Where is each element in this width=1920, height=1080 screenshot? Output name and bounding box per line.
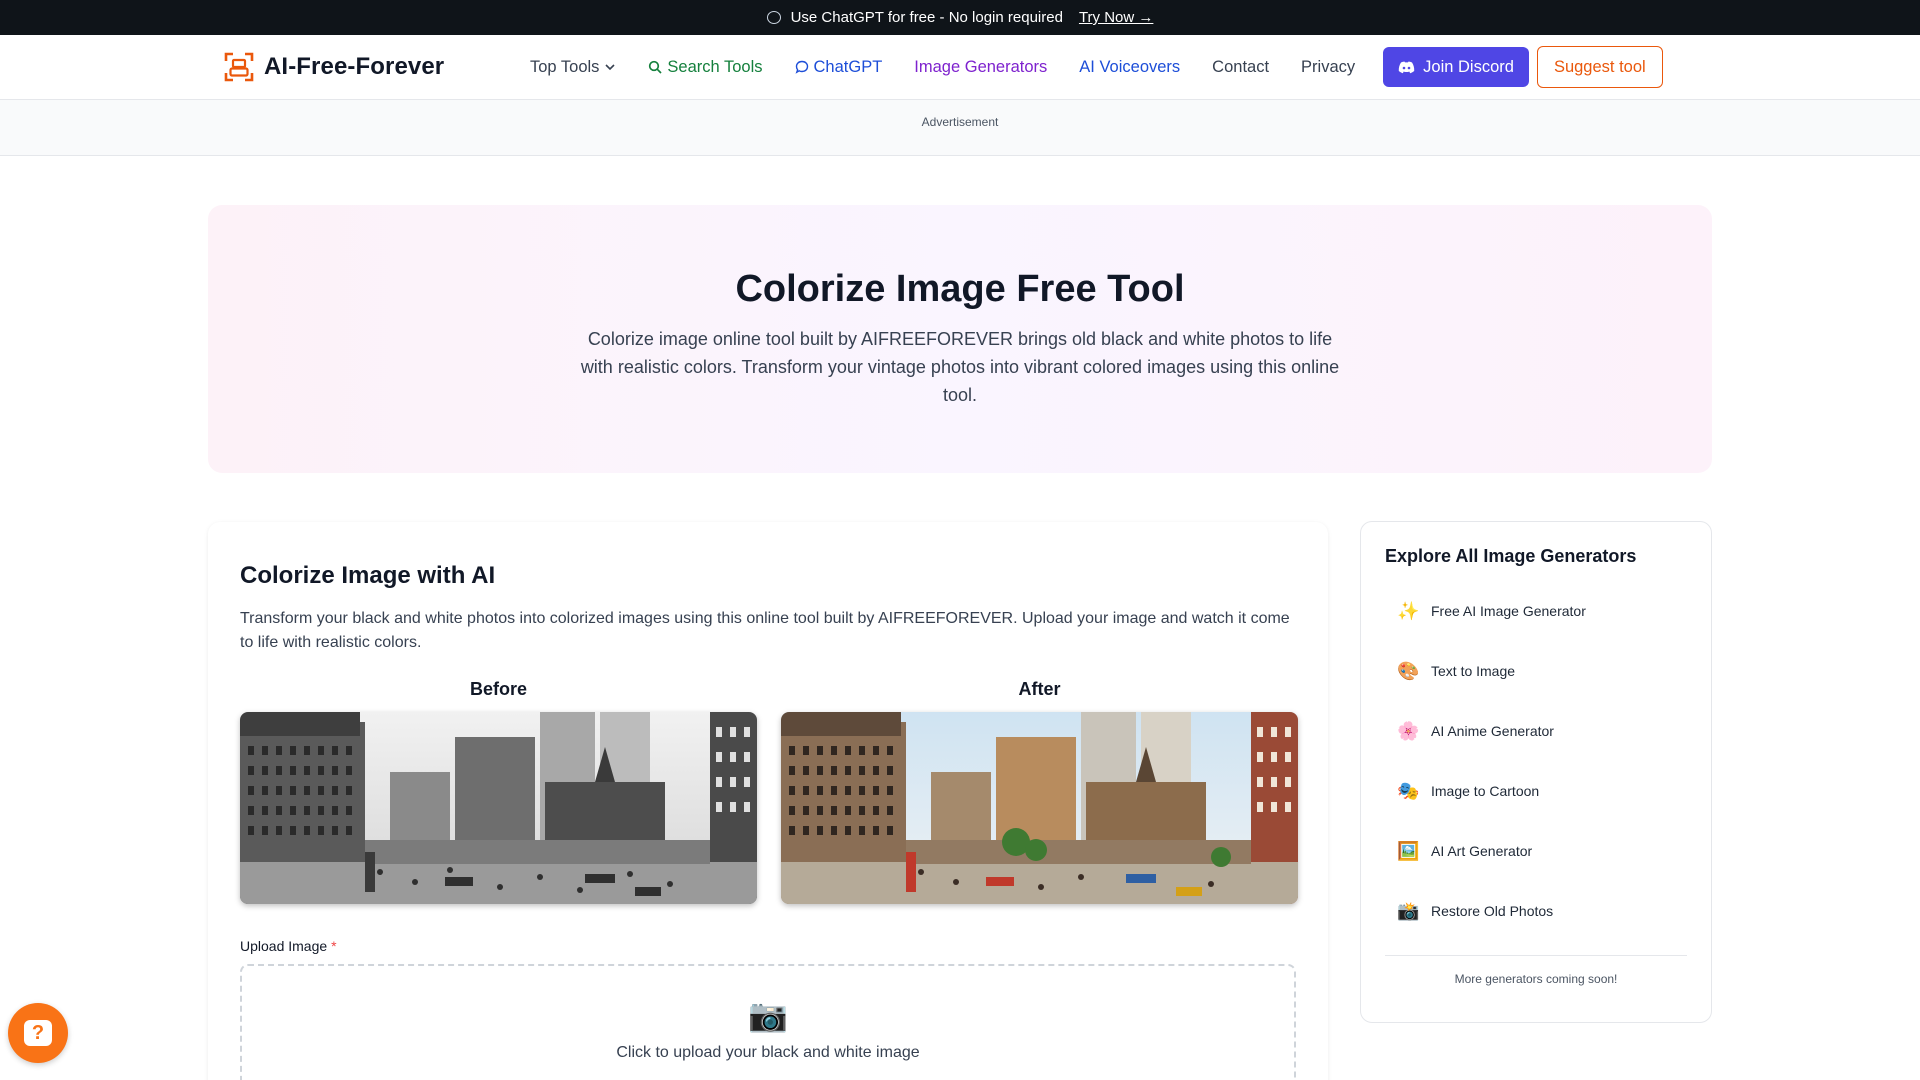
nav-top-tools-label: Top Tools (530, 57, 600, 76)
nav-image-generators[interactable]: Image Generators (914, 58, 1047, 77)
nav-ai-voiceovers-label: AI Voiceovers (1079, 57, 1181, 76)
more-generators-note: More generators coming soon! (1454, 972, 1618, 986)
sparkles-icon: ✨ (1397, 600, 1420, 621)
upload-label: Upload Image * (240, 938, 1296, 954)
nav-ai-voiceovers[interactable]: AI Voiceovers (1079, 58, 1180, 77)
hero-description: Colorize image online tool built by AIFR… (580, 329, 1340, 405)
sidebar-item-ai-art-generator[interactable]: 🖼️ AI Art Generator (1385, 821, 1687, 881)
card-description: Transform your black and white photos in… (240, 610, 1290, 651)
before-pane: Before (240, 679, 757, 904)
sidebar-item-label: AI Anime Generator (1431, 723, 1554, 739)
nav-privacy-label: Privacy (1301, 57, 1356, 76)
city-photo-color-icon (781, 712, 1298, 904)
sidebar-item-label: Free AI Image Generator (1431, 603, 1586, 619)
nav-chatgpt[interactable]: ChatGPT (795, 57, 883, 77)
upload-dropzone[interactable]: 📷 Click to upload your black and white i… (240, 964, 1296, 1080)
sidebar-divider (1385, 955, 1687, 956)
site-header: AI-Free-Forever Top Tools Search Tools C… (0, 35, 1920, 100)
before-after-comparison: Before After (240, 679, 1298, 904)
chat-bubble-icon (795, 60, 808, 74)
sidebar-item-image-to-cartoon[interactable]: 🎭 Image to Cartoon (1385, 761, 1687, 821)
nav-search-tools-label: Search Tools (667, 57, 763, 76)
join-discord-label: Join Discord (1423, 57, 1514, 76)
framed-picture-icon: 🖼️ (1397, 840, 1420, 861)
colorize-card: Colorize Image with AI Transform your bl… (208, 522, 1328, 1080)
join-discord-button[interactable]: Join Discord (1383, 47, 1529, 87)
nav-contact[interactable]: Contact (1212, 58, 1269, 77)
chat-bubble-icon (766, 11, 781, 24)
required-mark: * (331, 938, 337, 954)
chevron-down-icon (605, 64, 615, 71)
top-banner: Use ChatGPT for free - No login required… (0, 0, 1920, 35)
after-pane: After (781, 679, 1298, 904)
help-button[interactable]: ? (8, 1003, 68, 1063)
suggest-tool-label: Suggest tool (1553, 57, 1646, 76)
before-image (240, 712, 757, 904)
sidebar-item-text-to-image[interactable]: 🎨 Text to Image (1385, 641, 1687, 701)
card-title: Colorize Image with AI (240, 562, 496, 589)
search-icon (649, 60, 663, 74)
help-question-icon: ? (24, 1020, 52, 1046)
camera-icon: 📷 (748, 997, 788, 1033)
nav-privacy[interactable]: Privacy (1301, 58, 1355, 77)
discord-icon (1398, 61, 1415, 73)
logo-icon (224, 52, 254, 82)
logo-text: AI-Free-Forever (264, 53, 445, 80)
logo[interactable]: AI-Free-Forever (224, 52, 530, 82)
try-now-link[interactable]: Try Now → (1079, 9, 1153, 26)
after-image (781, 712, 1298, 904)
nav-search-tools[interactable]: Search Tools (648, 57, 763, 77)
palette-icon: 🎨 (1397, 660, 1420, 681)
nav-top-tools[interactable]: Top Tools (530, 58, 616, 77)
upload-text: Click to upload your black and white ima… (616, 1044, 920, 1061)
nav-chatgpt-label: ChatGPT (813, 57, 883, 76)
sidebar-item-free-ai-image-generator[interactable]: ✨ Free AI Image Generator (1385, 581, 1687, 641)
generators-sidebar: Explore All Image Generators ✨ Free AI I… (1360, 521, 1712, 1023)
nav-image-generators-label: Image Generators (914, 57, 1048, 76)
masks-icon: 🎭 (1397, 780, 1420, 801)
before-caption: Before (469, 679, 527, 699)
ad-label: Advertisement (921, 115, 999, 129)
after-caption: After (1018, 679, 1061, 699)
banner-text: Use ChatGPT for free - No login required (790, 9, 1063, 26)
main-nav: Top Tools Search Tools ChatGPT Image Gen… (530, 46, 1663, 88)
page-title: Colorize Image Free Tool (735, 268, 1185, 310)
ad-banner: Advertisement (0, 100, 1920, 156)
sidebar-item-label: AI Art Generator (1431, 843, 1533, 859)
upload-label-text: Upload Image (240, 938, 328, 954)
sidebar-title: Explore All Image Generators (1385, 546, 1637, 566)
sidebar-item-label: Restore Old Photos (1431, 903, 1554, 919)
hero-section: Colorize Image Free Tool Colorize image … (208, 205, 1712, 473)
sidebar-item-ai-anime-generator[interactable]: 🌸 AI Anime Generator (1385, 701, 1687, 761)
sidebar-item-label: Text to Image (1431, 663, 1516, 679)
sidebar-item-restore-old-photos[interactable]: 📸 Restore Old Photos (1385, 881, 1687, 941)
city-photo-bw-icon (240, 712, 757, 904)
suggest-tool-button[interactable]: Suggest tool (1536, 46, 1663, 88)
blossom-icon: 🌸 (1397, 720, 1420, 741)
sidebar-item-label: Image to Cartoon (1431, 783, 1540, 799)
camera-flash-icon: 📸 (1397, 900, 1420, 921)
nav-contact-label: Contact (1212, 57, 1270, 76)
